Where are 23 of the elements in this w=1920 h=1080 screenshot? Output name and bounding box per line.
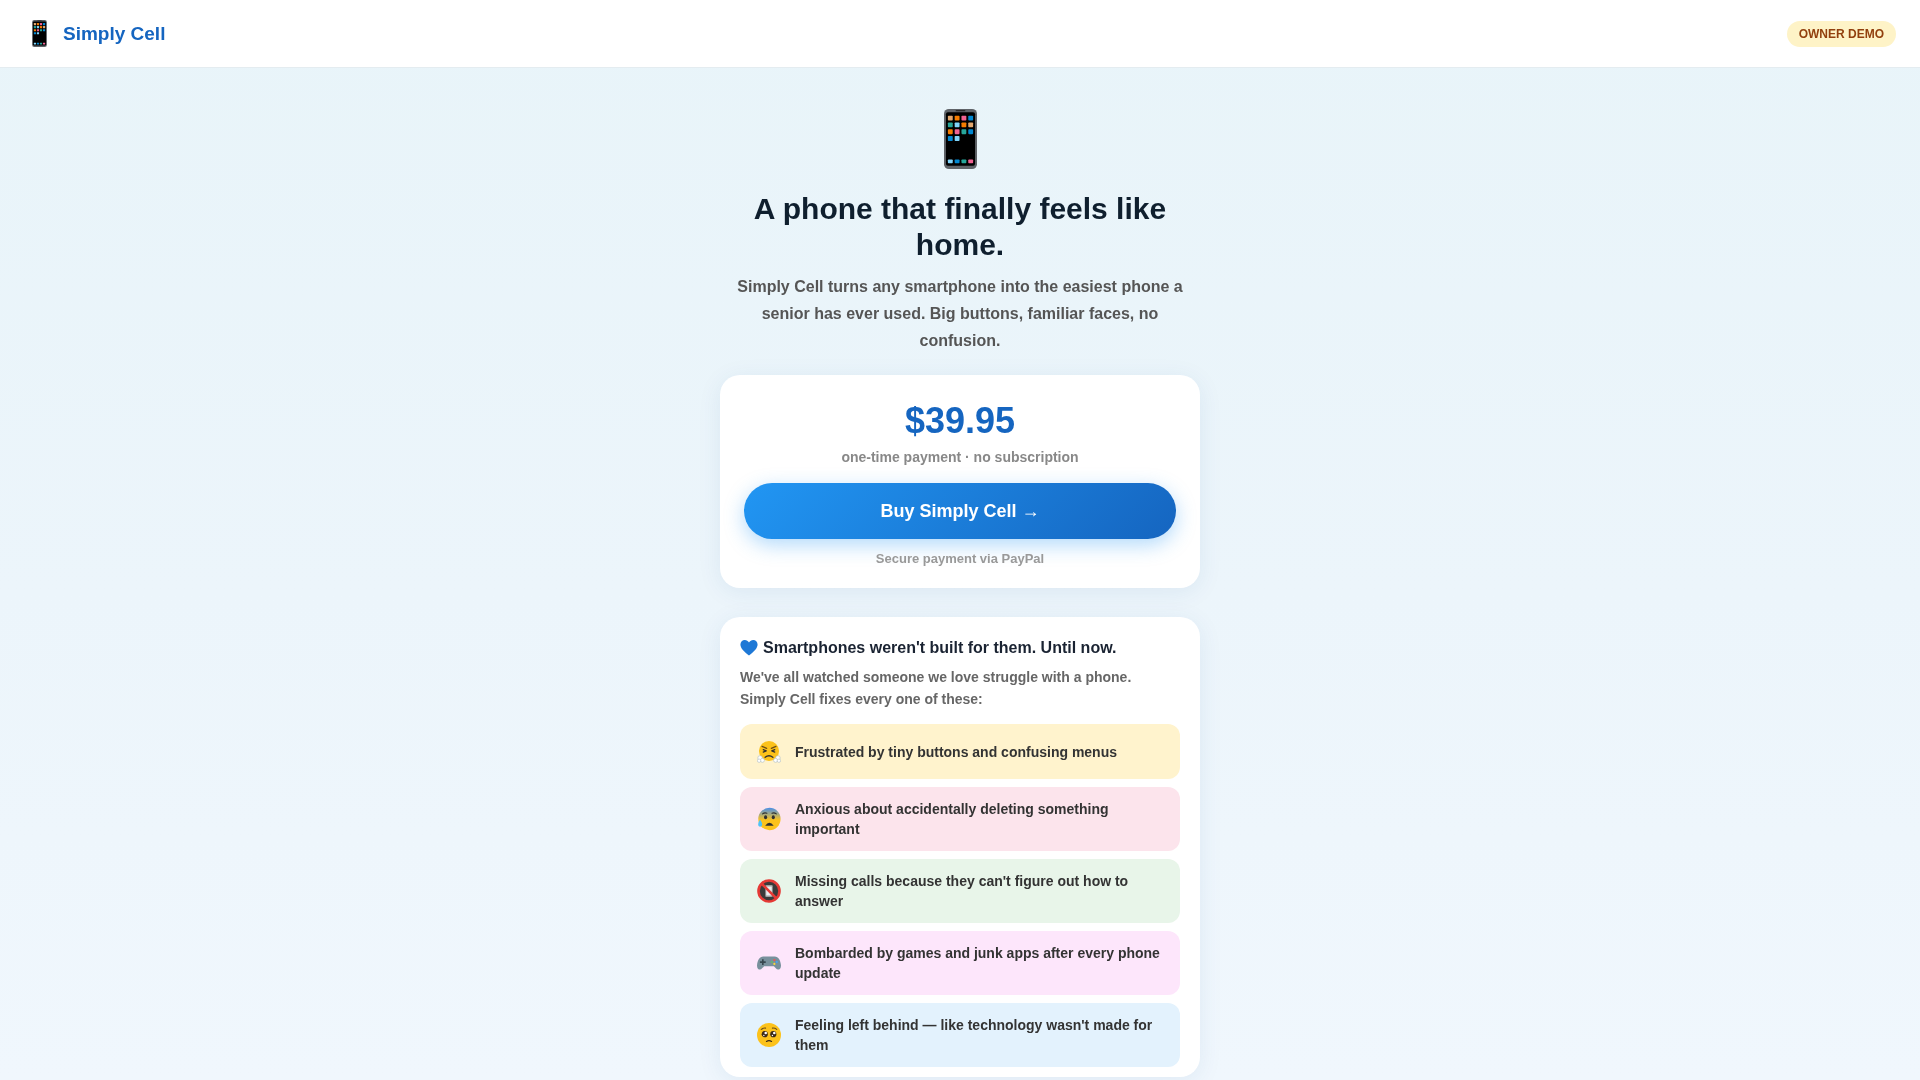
phone-icon xyxy=(943,108,977,170)
no-phone-icon xyxy=(757,879,781,903)
payment-terms: one-time payment · no subscription xyxy=(840,448,1080,467)
section-heading: Smartphones weren't built for them. Until now. xyxy=(763,638,1117,658)
brand-name: Simply Cell xyxy=(63,21,166,46)
heart-icon xyxy=(740,640,758,656)
price-text: $39.95 xyxy=(903,399,1017,442)
buy-button[interactable]: Buy Simply Cell → xyxy=(744,483,1176,539)
sweating-face-icon xyxy=(757,807,781,831)
game-controller-icon xyxy=(757,956,781,970)
steaming-face-icon xyxy=(757,739,781,764)
phone-icon xyxy=(32,20,47,47)
demo-badge: OWNER DEMO xyxy=(1786,20,1896,47)
problem-text: Bombarded by games and junk apps after every phone update xyxy=(795,944,1161,983)
hero-subtitle: Simply Cell turns any smartphone into the easiest phone a senior has ever used. Big buttons, familiar faces, no confusion. xyxy=(736,277,1184,351)
problem-text: Feeling left behind — like technology wasn't made for them xyxy=(795,1016,1154,1055)
pleading-face-icon xyxy=(757,1023,781,1047)
problem-text: Frustrated by tiny buttons and confusing menus xyxy=(795,742,1117,762)
hero-title: A phone that finally feels like home. xyxy=(752,191,1168,263)
problem-text: Missing calls because they can't figure out how to answer xyxy=(795,872,1130,911)
payment-note: Secure payment via PayPal xyxy=(874,550,1046,568)
problem-text: Anxious about accidentally deleting something important xyxy=(795,800,1110,839)
section-intro: We've all watched someone we love struggle with a phone. Simply Cell fixes every one of these: xyxy=(740,668,1133,709)
